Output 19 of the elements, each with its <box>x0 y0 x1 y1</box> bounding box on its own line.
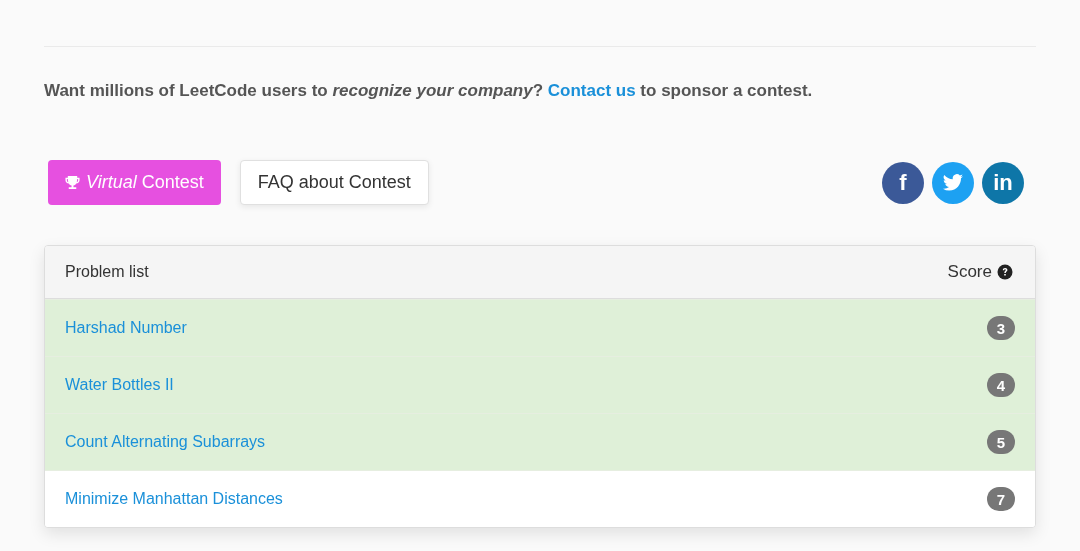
score-badge: 4 <box>987 373 1015 397</box>
problem-link[interactable]: Count Alternating Subarrays <box>65 433 266 451</box>
facebook-button[interactable]: f <box>882 161 924 204</box>
score-badge: 7 <box>987 487 1015 511</box>
trophy-icon <box>65 175 80 190</box>
problem-link[interactable]: Minimize Manhattan Distances <box>65 490 283 508</box>
twitter-button[interactable] <box>932 161 974 204</box>
linkedin-button[interactable]: in <box>982 161 1024 204</box>
column-header: Score <box>947 262 992 282</box>
contest-button[interactable]: Virtual Contest <box>48 160 221 205</box>
contact-link[interactable]: Contact us <box>547 81 636 100</box>
score-badge: 5 <box>987 430 1015 454</box>
problem-link[interactable]: Water Bottles II <box>65 376 174 394</box>
help-icon <box>997 264 1013 280</box>
column-header: Problem list <box>65 263 149 281</box>
sponsor-text: Want millions of LeetCode users to recognize your company? Contact us to sponsor a contest. <box>44 80 814 102</box>
contest-button[interactable]: FAQ about Contest <box>239 160 429 205</box>
score-badge: 3 <box>987 316 1015 340</box>
problem-link[interactable]: Harshad Number <box>65 319 187 337</box>
